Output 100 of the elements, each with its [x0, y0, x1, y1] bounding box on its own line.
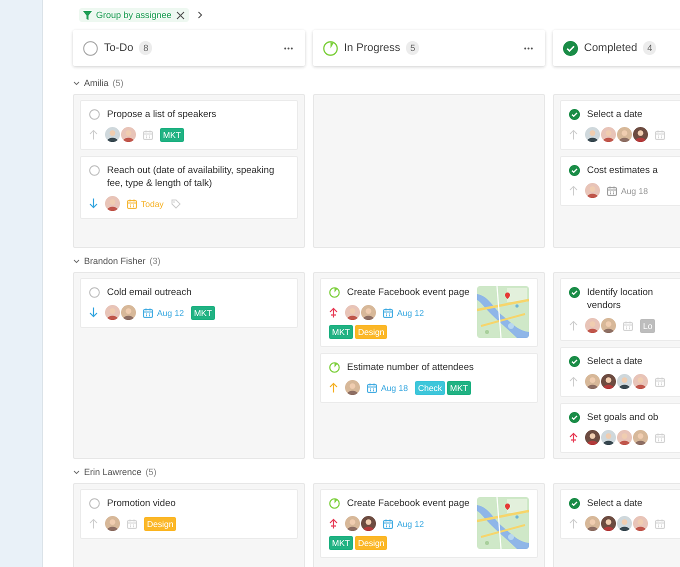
- avatar[interactable]: [601, 318, 616, 333]
- task-card[interactable]: Propose a list of speakers MKT: [80, 100, 298, 150]
- avatar[interactable]: [345, 516, 360, 531]
- avatar[interactable]: [361, 305, 376, 320]
- chevron-right-icon[interactable]: [196, 11, 203, 19]
- task-card[interactable]: Select a date: [560, 347, 680, 397]
- chevron-down-icon[interactable]: [73, 80, 80, 86]
- task-title: Select a date: [587, 355, 642, 368]
- avatar[interactable]: [601, 516, 616, 531]
- task-card[interactable]: Cost estimates a Aug 18: [560, 156, 680, 206]
- count-badge: 5: [406, 41, 420, 55]
- task-title: Select a date: [587, 497, 642, 510]
- avatar[interactable]: [601, 127, 616, 142]
- task-title: Promotion video: [107, 497, 176, 510]
- check-circle-icon[interactable]: [569, 287, 580, 298]
- avatar[interactable]: [601, 374, 616, 389]
- avatar[interactable]: [617, 374, 632, 389]
- check-circle-icon[interactable]: [569, 109, 580, 120]
- task-card[interactable]: Estimate number of attendees Aug 18 Check MKT: [320, 353, 538, 403]
- task-card[interactable]: Create Facebook event page Aug 12 MKT Design: [320, 489, 538, 558]
- check-circle-icon[interactable]: [569, 498, 580, 509]
- avatar[interactable]: [585, 430, 600, 445]
- avatar[interactable]: [105, 516, 120, 531]
- group-count: (3): [150, 256, 161, 266]
- open-circle-icon: [83, 40, 98, 56]
- filter-icon: [83, 10, 92, 20]
- avatar[interactable]: [121, 305, 136, 320]
- calendar-icon[interactable]: [607, 186, 617, 196]
- avatar[interactable]: [617, 430, 632, 445]
- task-card[interactable]: Select a date: [560, 489, 680, 539]
- task-card[interactable]: Create Facebook event page Aug 12 MKT Design: [320, 278, 538, 347]
- task-title: Cold email outreach: [107, 286, 192, 299]
- column-title: To-Do: [104, 42, 134, 54]
- group-name: Brandon Fisher: [84, 256, 146, 266]
- calendar-icon[interactable]: [367, 382, 377, 392]
- task-title: Create Facebook event page: [347, 497, 470, 510]
- check-circle-icon[interactable]: [569, 412, 580, 423]
- filter-label: Group by assignee: [96, 10, 172, 20]
- task-title: Estimate number of attendees: [347, 361, 474, 374]
- more-icon[interactable]: [282, 44, 295, 52]
- task-title: Reach out (date of availability, speaking fee, type & length of talk): [107, 164, 276, 190]
- due-date: Aug 18: [621, 186, 648, 196]
- avatar[interactable]: [345, 380, 360, 395]
- avatar[interactable]: [345, 305, 360, 320]
- group-count: (5): [146, 467, 157, 477]
- progress-circle-icon: [323, 40, 338, 56]
- up-arrow-icon[interactable]: [329, 518, 338, 529]
- task-card[interactable]: Cold email outreach Aug 12 MKT: [80, 278, 298, 328]
- due-date: Aug 12: [157, 308, 184, 318]
- avatar[interactable]: [601, 430, 616, 445]
- task-card[interactable]: Reach out (date of availability, speaking fee, type & length of talk) Today: [80, 156, 298, 219]
- calendar-icon[interactable]: [383, 518, 393, 528]
- check-circle-icon[interactable]: [569, 165, 580, 176]
- avatar[interactable]: [617, 516, 632, 531]
- avatar[interactable]: [585, 318, 600, 333]
- check-circle-icon: [563, 40, 578, 56]
- task-title: Identify location vendors: [587, 286, 654, 312]
- up-arrow-icon[interactable]: [329, 307, 338, 318]
- task-title: Propose a list of speakers: [107, 108, 216, 121]
- avatar[interactable]: [633, 430, 648, 445]
- due-date: Aug 12: [397, 308, 424, 318]
- check-circle-icon[interactable]: [569, 356, 580, 367]
- column-title: Completed: [584, 42, 638, 54]
- avatar[interactable]: [585, 516, 600, 531]
- task-card[interactable]: Select a date: [560, 100, 680, 150]
- down-arrow-icon[interactable]: [89, 198, 98, 209]
- group-name: Amilia: [84, 78, 109, 88]
- avatar[interactable]: [633, 374, 648, 389]
- task-card[interactable]: Identify location vendors Lo: [560, 278, 680, 341]
- avatar[interactable]: [633, 127, 648, 142]
- avatar[interactable]: [585, 183, 600, 198]
- task-title: Create Facebook event page: [347, 286, 470, 299]
- due-date: Aug 12: [397, 518, 424, 528]
- more-icon[interactable]: [522, 44, 535, 52]
- due-date: Today: [141, 198, 164, 208]
- close-button[interactable]: [176, 10, 185, 20]
- up-arrow-icon[interactable]: [569, 432, 578, 443]
- avatar[interactable]: [105, 127, 120, 142]
- calendar-icon[interactable]: [383, 308, 393, 318]
- calendar-icon[interactable]: [143, 308, 153, 318]
- task-card[interactable]: Promotion video Design: [80, 489, 298, 539]
- count-badge: 4: [643, 41, 656, 55]
- task-title: Select a date: [587, 108, 642, 121]
- avatar[interactable]: [105, 196, 120, 211]
- count-badge: 8: [139, 41, 152, 55]
- avatar[interactable]: [121, 127, 136, 142]
- column-title: In Progress: [344, 42, 400, 54]
- avatar[interactable]: [585, 127, 600, 142]
- avatar[interactable]: [105, 305, 120, 320]
- task-card[interactable]: Set goals and ob: [560, 403, 680, 453]
- task-title: Cost estimates a: [587, 164, 658, 177]
- avatar[interactable]: [361, 516, 376, 531]
- group-name: Erin Lawrence: [84, 467, 142, 477]
- task-title: Set goals and ob: [587, 411, 658, 424]
- down-arrow-icon[interactable]: [89, 307, 98, 318]
- chevron-down-icon[interactable]: [73, 258, 80, 264]
- avatar[interactable]: [617, 127, 632, 142]
- avatar[interactable]: [633, 516, 648, 531]
- avatar[interactable]: [585, 374, 600, 389]
- chevron-down-icon[interactable]: [73, 470, 80, 474]
